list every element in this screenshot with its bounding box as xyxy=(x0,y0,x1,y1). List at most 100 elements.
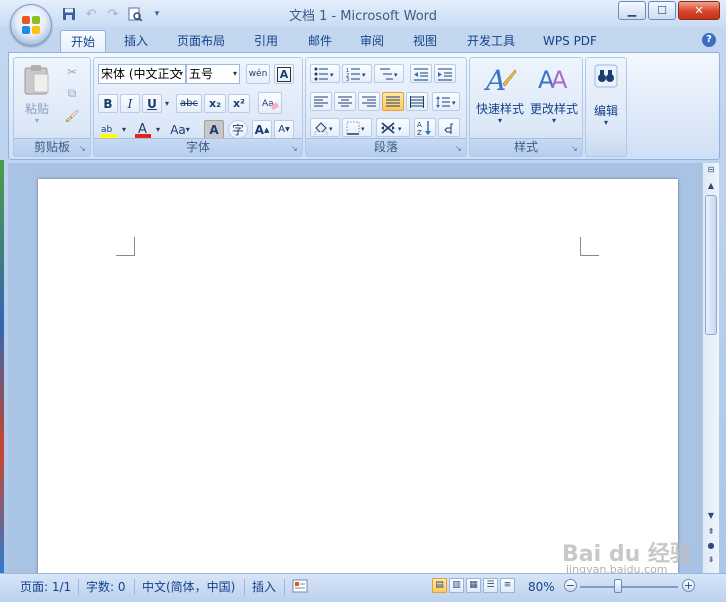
tab-developer[interactable]: 开发工具 xyxy=(458,30,524,52)
quick-styles-icon: A xyxy=(483,64,517,96)
help-icon[interactable]: ? xyxy=(702,33,716,47)
styles-launcher-icon[interactable]: ↘ xyxy=(571,145,579,153)
change-styles-button[interactable]: A A 更改样式 ▾ xyxy=(528,60,580,134)
office-button[interactable] xyxy=(10,4,52,46)
numbering-button[interactable]: 1 2 3 ▾ xyxy=(342,64,372,83)
page-count[interactable]: 页面: 1/1 xyxy=(20,578,71,596)
draft-view-icon[interactable]: ≡ xyxy=(500,578,515,593)
highlight-button[interactable]: ab xyxy=(98,120,120,139)
cut-icon[interactable]: ✂ xyxy=(62,62,82,81)
tab-view[interactable]: 视图 xyxy=(403,30,447,52)
strikethrough-button[interactable]: abc xyxy=(176,94,202,113)
sort-icon: AZ xyxy=(417,120,431,136)
multilevel-list-button[interactable]: ▾ xyxy=(374,64,404,83)
quick-styles-button[interactable]: A 快速样式 ▾ xyxy=(474,60,526,134)
font-name-select[interactable]: 宋体 (中文正文 ▾ xyxy=(98,64,186,84)
increase-indent-icon xyxy=(438,68,452,80)
editing-button[interactable]: 编辑 ▾ xyxy=(588,60,624,150)
highlight-icon: ab xyxy=(100,125,117,138)
language-status[interactable]: 中文(简体，中国) xyxy=(142,578,235,596)
zoom-slider-thumb[interactable] xyxy=(614,579,622,593)
scroll-thumb[interactable] xyxy=(705,195,717,335)
insert-mode[interactable]: 插入 xyxy=(252,578,276,596)
document-page[interactable] xyxy=(38,179,678,579)
scroll-down-icon[interactable]: ▼ xyxy=(706,511,716,521)
tab-insert[interactable]: 插入 xyxy=(114,30,158,52)
line-spacing-button[interactable]: ▾ xyxy=(432,92,460,111)
zoom-slider[interactable] xyxy=(580,586,678,588)
next-page-icon[interactable]: ⇟ xyxy=(706,555,716,565)
minimize-button[interactable]: ▁ xyxy=(618,1,646,20)
font-launcher-icon[interactable]: ↘ xyxy=(291,145,299,153)
font-color-button[interactable]: A xyxy=(132,120,154,139)
grow-font-button[interactable]: A ▲ xyxy=(252,120,272,139)
shading-button[interactable]: ▾ xyxy=(310,118,340,137)
clipboard-launcher-icon[interactable]: ↘ xyxy=(79,145,87,153)
enclose-characters-button[interactable]: 字 xyxy=(228,120,248,139)
copy-icon[interactable]: ⧉ xyxy=(62,84,82,103)
show-marks-button[interactable] xyxy=(438,118,460,137)
character-border-button[interactable]: A xyxy=(274,64,294,84)
tab-home[interactable]: 开始 xyxy=(60,30,106,53)
clipboard-icon xyxy=(24,65,49,95)
shrink-font-button[interactable]: A ▼ xyxy=(274,120,294,139)
maximize-button[interactable]: ☐ xyxy=(648,1,676,20)
subscript-button[interactable]: x₂ xyxy=(204,94,226,113)
bold-button[interactable]: B xyxy=(98,94,118,113)
scroll-up-icon[interactable]: ▲ xyxy=(706,181,716,191)
svg-text:▾: ▾ xyxy=(329,125,333,133)
close-button[interactable]: ✕ xyxy=(678,1,720,20)
grow-font-label: A xyxy=(254,122,264,137)
increase-indent-button[interactable] xyxy=(434,64,456,83)
align-right-button[interactable] xyxy=(358,92,380,111)
align-left-button[interactable] xyxy=(310,92,332,111)
phonetic-guide-button[interactable]: wén xyxy=(246,64,270,84)
chinese-layout-button[interactable]: ▾ xyxy=(376,118,410,137)
full-screen-reading-icon[interactable]: ▥ xyxy=(449,578,464,593)
font-color-chevron-down-icon[interactable]: ▾ xyxy=(154,120,162,139)
clear-formatting-button[interactable]: Aa xyxy=(258,92,282,114)
borders-button[interactable]: ▾ xyxy=(342,118,372,137)
select-browse-object-icon[interactable]: ● xyxy=(706,541,716,551)
align-left-icon xyxy=(314,96,328,106)
change-case-button[interactable]: Aa ▾ xyxy=(166,120,194,139)
highlight-chevron-down-icon[interactable]: ▾ xyxy=(120,120,128,139)
tab-wps-pdf[interactable]: WPS PDF xyxy=(534,30,606,52)
tab-mailings[interactable]: 邮件 xyxy=(298,30,342,52)
decrease-indent-button[interactable] xyxy=(410,64,432,83)
outline-view-icon[interactable]: ☰ xyxy=(483,578,498,593)
vertical-scrollbar[interactable]: ⊟ ▲ ▼ ⇞ ● ⇟ xyxy=(702,163,719,573)
character-border-label: A xyxy=(276,66,292,82)
align-center-button[interactable] xyxy=(334,92,356,111)
superscript-button[interactable]: x² xyxy=(228,94,250,113)
distributed-button[interactable] xyxy=(406,92,428,111)
italic-button[interactable]: I xyxy=(120,94,140,113)
sort-button[interactable]: AZ xyxy=(414,118,436,137)
justify-button[interactable] xyxy=(382,92,404,111)
status-divider xyxy=(134,579,135,595)
ruler-toggle-icon[interactable]: ⊟ xyxy=(706,165,716,175)
character-shading-button[interactable]: A xyxy=(204,120,224,139)
zoom-out-icon[interactable]: − xyxy=(564,579,577,592)
bullets-button[interactable]: ▾ xyxy=(310,64,340,83)
paste-button[interactable]: 粘贴 ▾ xyxy=(18,62,56,134)
word-count[interactable]: 字数: 0 xyxy=(86,578,126,596)
underline-button[interactable]: U xyxy=(142,94,162,113)
zoom-in-icon[interactable]: + xyxy=(682,579,695,592)
paragraph-launcher-icon[interactable]: ↘ xyxy=(455,145,463,153)
font-size-select[interactable]: 五号 ▾ xyxy=(186,64,240,84)
underline-chevron-down-icon[interactable]: ▾ xyxy=(162,94,172,113)
previous-page-icon[interactable]: ⇞ xyxy=(706,527,716,537)
macro-recording-icon[interactable] xyxy=(292,578,308,596)
zoom-level[interactable]: 80% xyxy=(528,578,555,596)
web-layout-icon[interactable]: ▦ xyxy=(466,578,481,593)
tab-page-layout[interactable]: 页面布局 xyxy=(168,30,234,52)
group-label-paragraph: 段落 xyxy=(306,138,466,156)
title-bar: ↶ ↷ ▾ 文档 1 - Microsoft Word ▁ ☐ ✕ xyxy=(0,0,726,27)
tab-review[interactable]: 审阅 xyxy=(350,30,394,52)
bullets-icon: ▾ xyxy=(314,67,334,80)
tab-references[interactable]: 引用 xyxy=(244,30,288,52)
paste-label: 粘贴 xyxy=(24,102,49,116)
format-painter-icon[interactable]: 🖌 xyxy=(62,106,82,125)
print-layout-view-icon[interactable]: ▤ xyxy=(432,578,447,593)
